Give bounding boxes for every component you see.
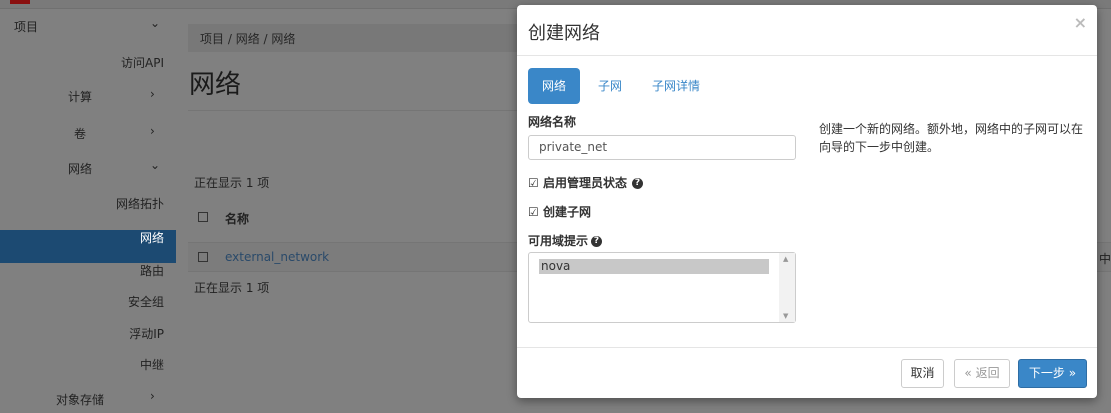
cancel-button[interactable]: 取消 — [901, 359, 944, 388]
create-subnet-checkbox-row[interactable]: ☑ 创建子网 — [528, 203, 591, 220]
checkbox-checked-icon[interactable]: ☑ — [528, 205, 539, 219]
sidebar-item-network[interactable]: 网络 — [68, 160, 92, 177]
sidebar-item-project[interactable]: 项目 — [14, 18, 38, 35]
chevron-right-icon[interactable]: › — [150, 87, 155, 101]
sidebar-item-security-groups[interactable]: 安全组 — [128, 293, 164, 310]
breadcrumb-item[interactable]: 项目 — [200, 32, 224, 46]
admin-state-checkbox-row[interactable]: ☑ 启用管理员状态? — [528, 174, 643, 191]
scrollbar[interactable]: ▲ ▼ — [779, 253, 795, 322]
tab-network[interactable]: 网络 — [528, 68, 581, 104]
sidebar-item-topology[interactable]: 网络拓扑 — [116, 195, 164, 212]
back-button[interactable]: « 返回 — [954, 359, 1010, 388]
help-icon[interactable]: ? — [631, 178, 643, 189]
item-count: 正在显示 1 项 — [194, 281, 270, 295]
divider — [517, 55, 1097, 56]
divider — [188, 110, 518, 111]
next-button[interactable]: 下一步 » — [1018, 359, 1087, 388]
scroll-up-icon[interactable]: ▲ — [783, 255, 788, 263]
sidebar-item-networks[interactable]: 网络 — [140, 229, 164, 246]
help-text: 创建一个新的网络。额外地，网络中的子网可以在向导的下一步中创建。 — [819, 122, 1084, 154]
admin-state-label: 启用管理员状态 — [542, 176, 627, 190]
item-count: 正在显示 1 项 — [194, 176, 270, 190]
modal-title: 创建网络 — [528, 23, 600, 44]
scroll-down-icon[interactable]: ▼ — [783, 312, 788, 320]
logo — [10, 0, 30, 4]
create-network-modal: 创建网络 × 网络 子网 子网详情 网络名称 private_net ☑ 启用管… — [517, 5, 1097, 398]
az-hint-label: 可用域提示? — [528, 232, 603, 249]
tab-subnet[interactable]: 子网 — [584, 68, 636, 104]
sidebar-item-object-storage[interactable]: 对象存储 — [56, 391, 104, 408]
sidebar-item-volumes[interactable]: 卷 — [74, 125, 86, 142]
az-option[interactable]: nova — [539, 259, 769, 274]
tab-subnet-details[interactable]: 子网详情 — [638, 68, 714, 104]
chevron-down-icon[interactable]: ⌄ — [150, 158, 160, 172]
sidebar-item-routers[interactable]: 路由 — [140, 262, 164, 279]
sidebar-item-compute[interactable]: 计算 — [68, 88, 92, 105]
truncated-cell: 中 — [1099, 252, 1111, 266]
network-name-input[interactable]: private_net — [528, 135, 796, 160]
network-link[interactable]: external_network — [225, 250, 329, 264]
divider — [517, 347, 1097, 348]
sidebar: 项目 ⌄ 访问API 计算 › 卷 › 网络 ⌄ 网络拓扑 网络 路由 安全组 浮动IP… — [0, 10, 176, 413]
row-checkbox[interactable] — [198, 252, 208, 262]
breadcrumb-item[interactable]: 网络 — [236, 32, 260, 46]
chevron-down-icon[interactable]: ⌄ — [150, 16, 160, 30]
chevron-right-icon[interactable]: › — [150, 124, 155, 138]
page-title: 网络 — [189, 70, 242, 100]
network-name-label: 网络名称 — [528, 115, 577, 129]
breadcrumb: 项目 / 网络 / 网络 — [188, 24, 528, 52]
checkbox-checked-icon[interactable]: ☑ — [528, 176, 539, 190]
sidebar-item-floating-ip[interactable]: 浮动IP — [129, 325, 164, 342]
select-all-checkbox[interactable] — [198, 212, 208, 222]
az-hint-text: 可用域提示 — [528, 234, 589, 248]
close-icon[interactable]: × — [1074, 13, 1087, 32]
chevron-right-icon[interactable]: › — [150, 389, 155, 403]
create-subnet-label: 创建子网 — [542, 205, 591, 219]
breadcrumb-item: 网络 — [271, 32, 296, 46]
sidebar-item-trunks[interactable]: 中继 — [140, 356, 164, 373]
help-icon[interactable]: ? — [591, 236, 603, 247]
sidebar-item-api[interactable]: 访问API — [121, 54, 164, 71]
az-hint-select[interactable]: nova ▲ ▼ — [528, 252, 796, 323]
column-header-name[interactable]: 名称 — [225, 210, 249, 227]
